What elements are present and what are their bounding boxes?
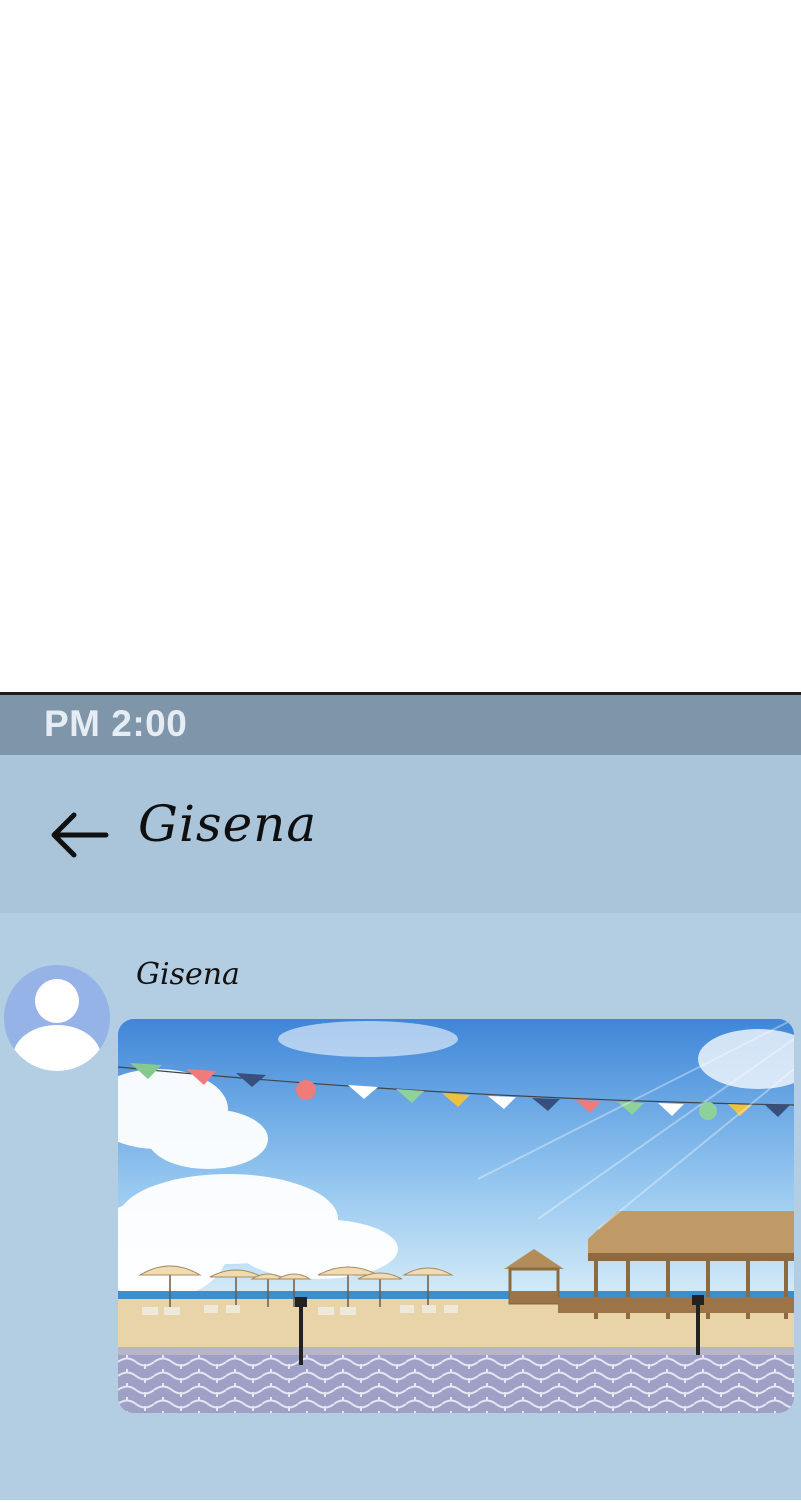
sender-avatar[interactable]: [4, 965, 110, 1071]
chat-title: Gisena: [138, 795, 318, 853]
blank-page-area: [0, 0, 801, 692]
back-button[interactable]: [48, 807, 112, 863]
image-message[interactable]: [118, 1019, 794, 1413]
status-time: PM 2:00: [44, 703, 188, 744]
beach-scene-image: [118, 1019, 794, 1413]
status-bar: PM 2:00: [0, 695, 801, 755]
chat-screen: PM 2:00 Gisena Gisena: [0, 692, 801, 1500]
sender-name: Gisena: [136, 957, 240, 992]
arrow-left-icon: [51, 812, 109, 858]
user-silhouette-icon: [13, 979, 101, 1071]
message-list: Gisena: [0, 913, 801, 1503]
chat-header: Gisena: [0, 755, 801, 913]
